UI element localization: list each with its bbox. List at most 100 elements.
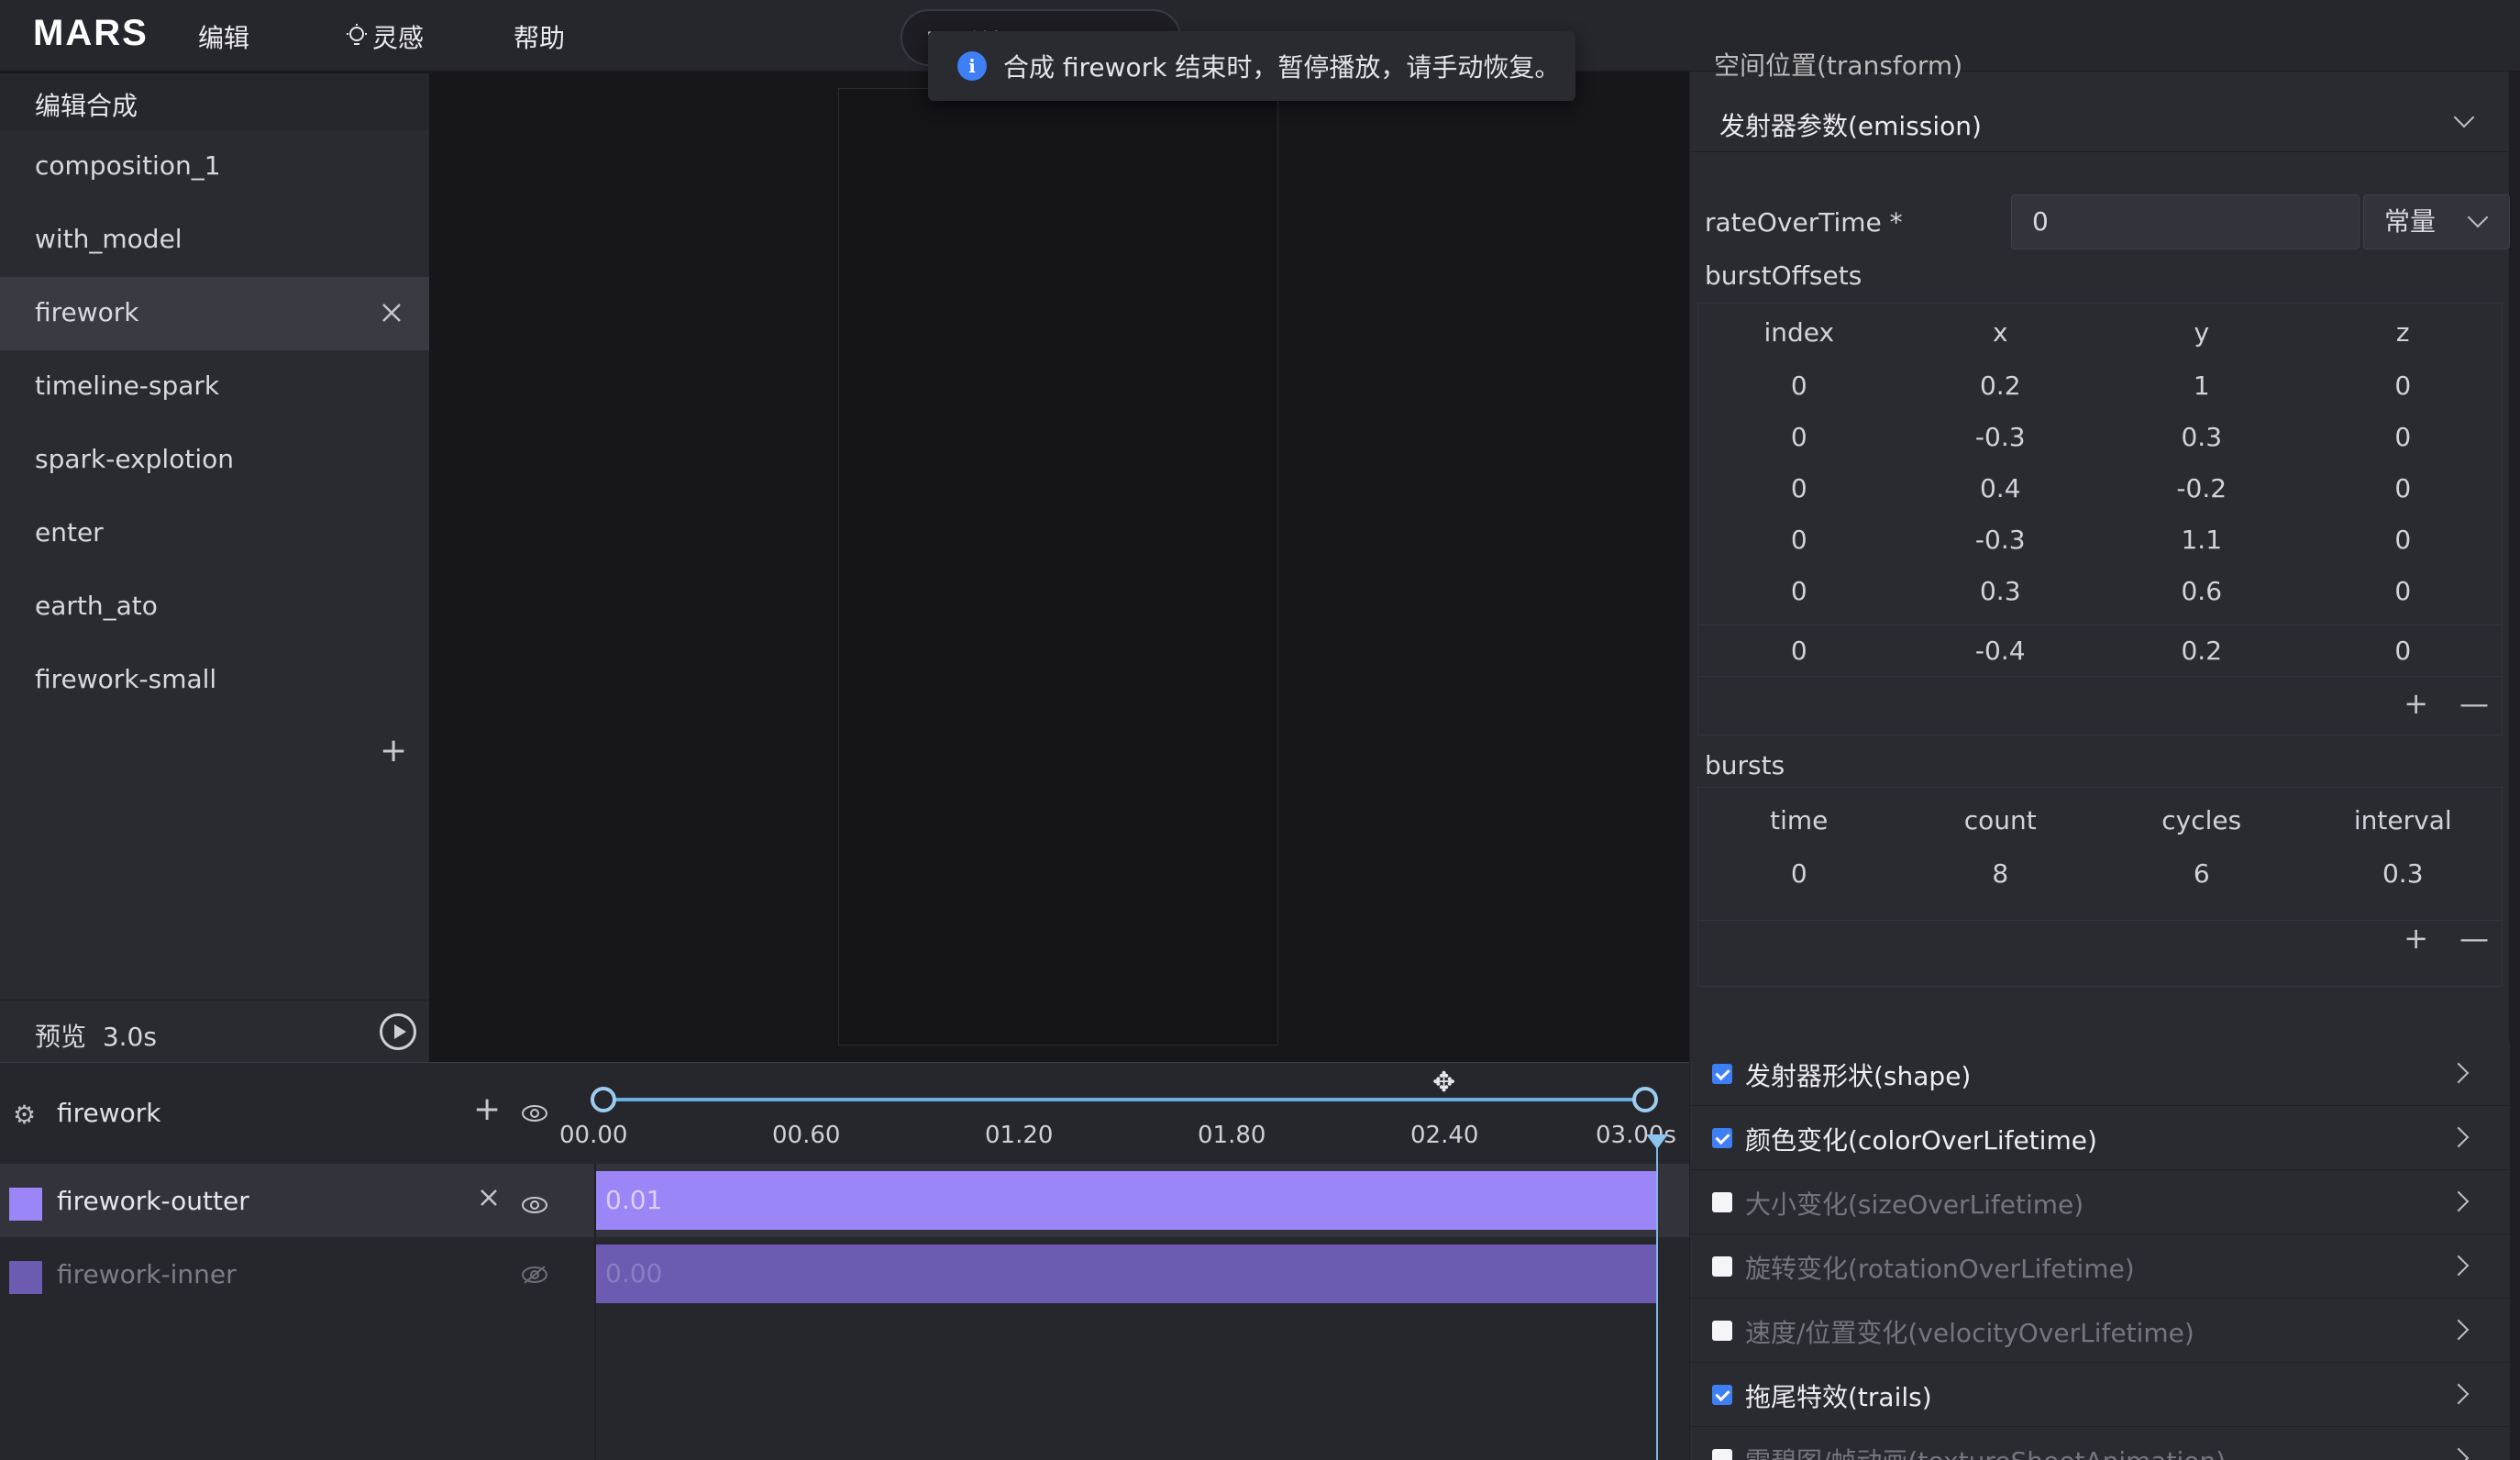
tick-label: 01.80: [1198, 1122, 1266, 1149]
table-cell[interactable]: 0: [1698, 463, 1900, 514]
module-row-velocity[interactable]: 速度/位置变化(velocityOverLifetime): [1690, 1299, 2510, 1363]
table-cell[interactable]: 0.6: [2101, 566, 2303, 617]
table-cell[interactable]: 0.4: [1900, 463, 2102, 514]
bursts-actions: + —: [1697, 921, 2503, 987]
table-cell[interactable]: 1: [2101, 360, 2303, 412]
composition-item[interactable]: firework-small: [0, 644, 429, 717]
table-cell[interactable]: 0.2: [1900, 360, 2102, 412]
table-row[interactable]: 0 -0.3 0.3 0: [1698, 412, 2503, 463]
table-cell[interactable]: 8: [1900, 848, 2102, 900]
add-row-button[interactable]: +: [2404, 921, 2428, 956]
table-cell[interactable]: 0.2: [2101, 625, 2303, 677]
module-row-size[interactable]: 大小变化(sizeOverLifetime): [1690, 1170, 2510, 1234]
table-cell[interactable]: 0: [1698, 514, 1900, 566]
eye-icon[interactable]: [521, 1195, 548, 1215]
module-checkbox[interactable]: [1712, 1449, 1732, 1460]
close-icon[interactable]: [376, 297, 407, 328]
module-checkbox[interactable]: [1712, 1064, 1732, 1084]
table-row[interactable]: 0 0.4 -0.2 0: [1698, 463, 2503, 514]
composition-item[interactable]: earth_ato: [0, 570, 429, 644]
table-cell[interactable]: 6: [2101, 848, 2303, 900]
time-range-slider[interactable]: [602, 1098, 1645, 1101]
table-cell[interactable]: 0: [1698, 625, 1900, 677]
module-checkbox[interactable]: [1712, 1128, 1732, 1148]
remove-row-button[interactable]: —: [2459, 686, 2489, 721]
chevron-right-icon: [2448, 1383, 2470, 1405]
module-checkbox[interactable]: [1712, 1385, 1732, 1405]
module-checkbox[interactable]: [1712, 1321, 1732, 1341]
composition-item[interactable]: enter: [0, 497, 429, 570]
module-row-rotation[interactable]: 旋转变化(rotationOverLifetime): [1690, 1234, 2510, 1299]
menu-inspiration-label: 灵感: [372, 23, 425, 53]
menu-help[interactable]: 帮助: [514, 18, 565, 55]
range-start-handle[interactable]: [591, 1087, 616, 1112]
tick-label: 01.20: [985, 1122, 1054, 1149]
track-clip-bar[interactable]: 0.00: [596, 1244, 1656, 1303]
table-row[interactable]: 0 0.2 1 0: [1698, 360, 2503, 412]
table-cell[interactable]: -0.3: [1900, 412, 2102, 463]
table-cell[interactable]: -0.4: [1900, 625, 2102, 677]
add-track-button[interactable]: +: [473, 1090, 501, 1128]
rate-over-time-input[interactable]: 0: [2011, 194, 2360, 249]
transform-section-header[interactable]: 空间位置(transform): [1714, 46, 1962, 83]
remove-row-button[interactable]: —: [2459, 921, 2489, 956]
table-cell[interactable]: 0: [1698, 566, 1900, 617]
menu-inspiration[interactable]: 灵感: [345, 18, 424, 55]
table-cell[interactable]: 0: [2303, 514, 2504, 566]
table-cell[interactable]: 0: [2303, 463, 2504, 514]
table-cell[interactable]: 0: [2303, 625, 2504, 677]
module-label: 雪碧图/帧动画(textureSheetAnimation): [1745, 1442, 2226, 1460]
track-row[interactable]: firework-outter 0.01: [0, 1164, 1689, 1237]
module-row-shape[interactable]: 发射器形状(shape): [1690, 1042, 2510, 1106]
table-cell[interactable]: -0.3: [1900, 514, 2102, 566]
chevron-right-icon: [2448, 1447, 2470, 1460]
gear-icon[interactable]: ⚙: [13, 1100, 36, 1130]
composition-item[interactable]: composition_1: [0, 130, 429, 204]
scrollbar[interactable]: [2509, 72, 2520, 1460]
add-composition-button[interactable]: +: [380, 732, 407, 769]
playhead-marker[interactable]: [1646, 1134, 1668, 1149]
table-cell[interactable]: -0.2: [2101, 463, 2303, 514]
table-header-row: time count cycles interval: [1698, 795, 2503, 846]
module-row-trails[interactable]: 拖尾特效(trails): [1690, 1363, 2510, 1427]
module-row-texture[interactable]: 雪碧图/帧动画(textureSheetAnimation): [1690, 1427, 2510, 1460]
table-cell[interactable]: 0: [2303, 360, 2504, 412]
table-cell[interactable]: 0: [1698, 848, 1900, 900]
table-row[interactable]: 0 8 6 0.3: [1698, 848, 2503, 900]
table-cell[interactable]: 0: [2303, 412, 2504, 463]
table-row[interactable]: 0 0.3 0.6 0: [1698, 566, 2503, 617]
table-header-cell: index: [1763, 317, 1835, 348]
move-cursor-icon: ✥: [1432, 1067, 1456, 1099]
table-cell[interactable]: 0.3: [2303, 848, 2504, 900]
composition-item[interactable]: spark-explotion: [0, 424, 429, 497]
table-cell[interactable]: 0: [1698, 412, 1900, 463]
composition-item-active[interactable]: firework: [0, 277, 429, 350]
module-label: 颜色变化(colorOverLifetime): [1745, 1125, 2097, 1156]
table-cell[interactable]: 0: [1698, 360, 1900, 412]
emission-section-header[interactable]: 发射器参数(emission): [1690, 94, 2510, 152]
table-cell[interactable]: 0.3: [2101, 412, 2303, 463]
track-clip-bar[interactable]: 0.01: [596, 1171, 1656, 1230]
composition-item[interactable]: with_model: [0, 204, 429, 277]
preview-canvas[interactable]: [838, 88, 1278, 1045]
composition-item[interactable]: timeline-spark: [0, 350, 429, 424]
eye-off-icon[interactable]: [521, 1265, 548, 1285]
add-row-button[interactable]: +: [2404, 686, 2428, 721]
table-row[interactable]: 0 -0.3 1.1 0: [1698, 514, 2503, 566]
timeline-panel: ⚙ firework + ✥ 00.00 00.60 01.20 01.80 0…: [0, 1062, 1689, 1460]
range-end-handle[interactable]: [1632, 1087, 1658, 1112]
module-checkbox[interactable]: [1712, 1256, 1732, 1277]
play-button[interactable]: [380, 1013, 416, 1050]
module-label: 旋转变化(rotationOverLifetime): [1745, 1254, 2135, 1284]
menu-edit[interactable]: 编辑: [198, 18, 249, 55]
table-cell[interactable]: 0.3: [1900, 566, 2102, 617]
module-checkbox[interactable]: [1712, 1192, 1732, 1212]
close-icon[interactable]: [475, 1184, 503, 1211]
module-row-color[interactable]: 颜色变化(colorOverLifetime): [1690, 1106, 2510, 1170]
eye-icon[interactable]: [521, 1103, 548, 1123]
track-row[interactable]: firework-inner 0.00: [0, 1237, 1689, 1311]
rate-mode-select[interactable]: 常量: [2363, 194, 2510, 249]
table-cell[interactable]: 1.1: [2101, 514, 2303, 566]
table-row[interactable]: 0 -0.4 0.2 0: [1698, 625, 2503, 677]
table-cell[interactable]: 0: [2303, 566, 2504, 617]
